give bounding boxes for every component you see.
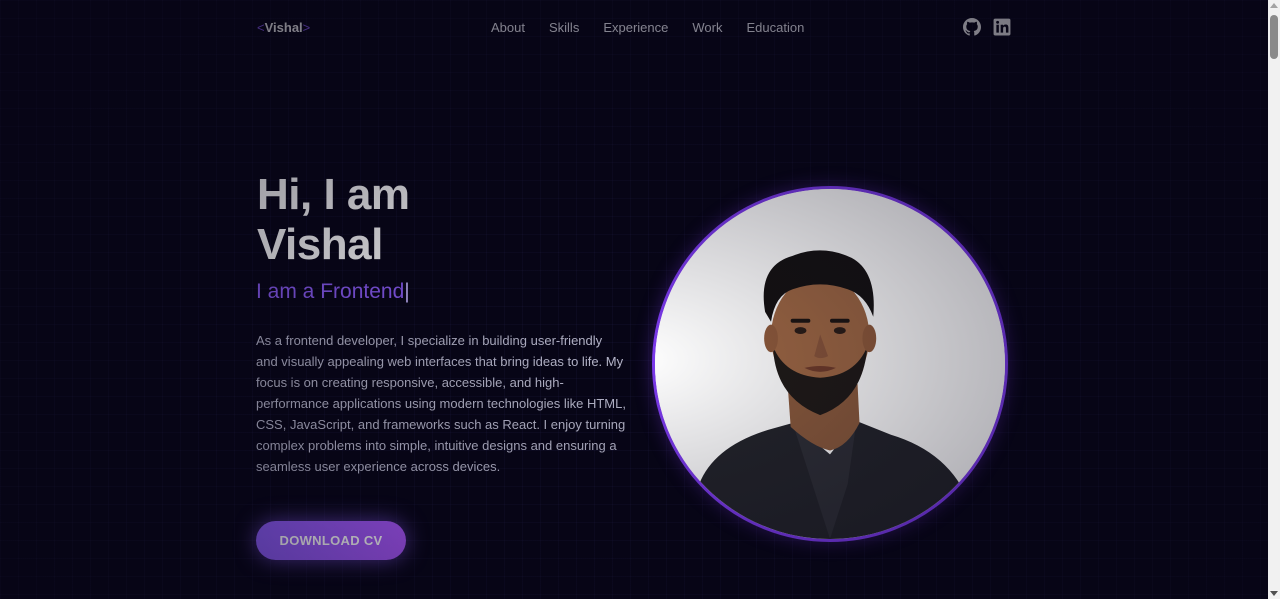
download-cv-button[interactable]: DOWNLOAD CV [256, 521, 406, 560]
linkedin-icon[interactable] [993, 18, 1011, 36]
hero-bio: As a frontend developer, I specialize in… [256, 333, 626, 474]
nav-link-education[interactable]: Education [746, 20, 804, 35]
hero-heading-line1: Hi, I am [257, 170, 410, 219]
logo-name: Vishal [264, 20, 303, 35]
logo-open-bracket: < [257, 20, 265, 35]
site-logo[interactable]: <Vishal> [257, 20, 310, 35]
scroll-up-arrow-icon[interactable] [1270, 3, 1278, 8]
main-nav: About Skills Experience Work Education [491, 20, 828, 35]
scrollbar-thumb[interactable] [1270, 15, 1278, 59]
page-scrollbar[interactable] [1268, 0, 1280, 599]
logo-close-bracket: > [302, 20, 311, 35]
nav-link-work[interactable]: Work [692, 20, 722, 35]
nav-link-about[interactable]: About [491, 20, 525, 35]
social-links [963, 18, 1011, 36]
scroll-down-arrow-icon[interactable] [1270, 591, 1278, 596]
hero-heading-name: Vishal [257, 220, 383, 269]
typing-role: I am a Frontend| [256, 280, 410, 304]
role-typed-text: Frontend [320, 280, 405, 303]
profile-photo [652, 186, 1008, 542]
github-icon[interactable] [963, 18, 981, 36]
typing-cursor: | [404, 280, 410, 303]
hero-heading: Hi, I am Vishal [257, 170, 557, 270]
nav-link-experience[interactable]: Experience [603, 20, 668, 35]
nav-link-skills[interactable]: Skills [549, 20, 579, 35]
role-prefix: I am a [256, 280, 321, 303]
profile-photo-illustration [655, 189, 1005, 539]
portfolio-page: <Vishal> About Skills Experience Work Ed… [0, 0, 1268, 599]
